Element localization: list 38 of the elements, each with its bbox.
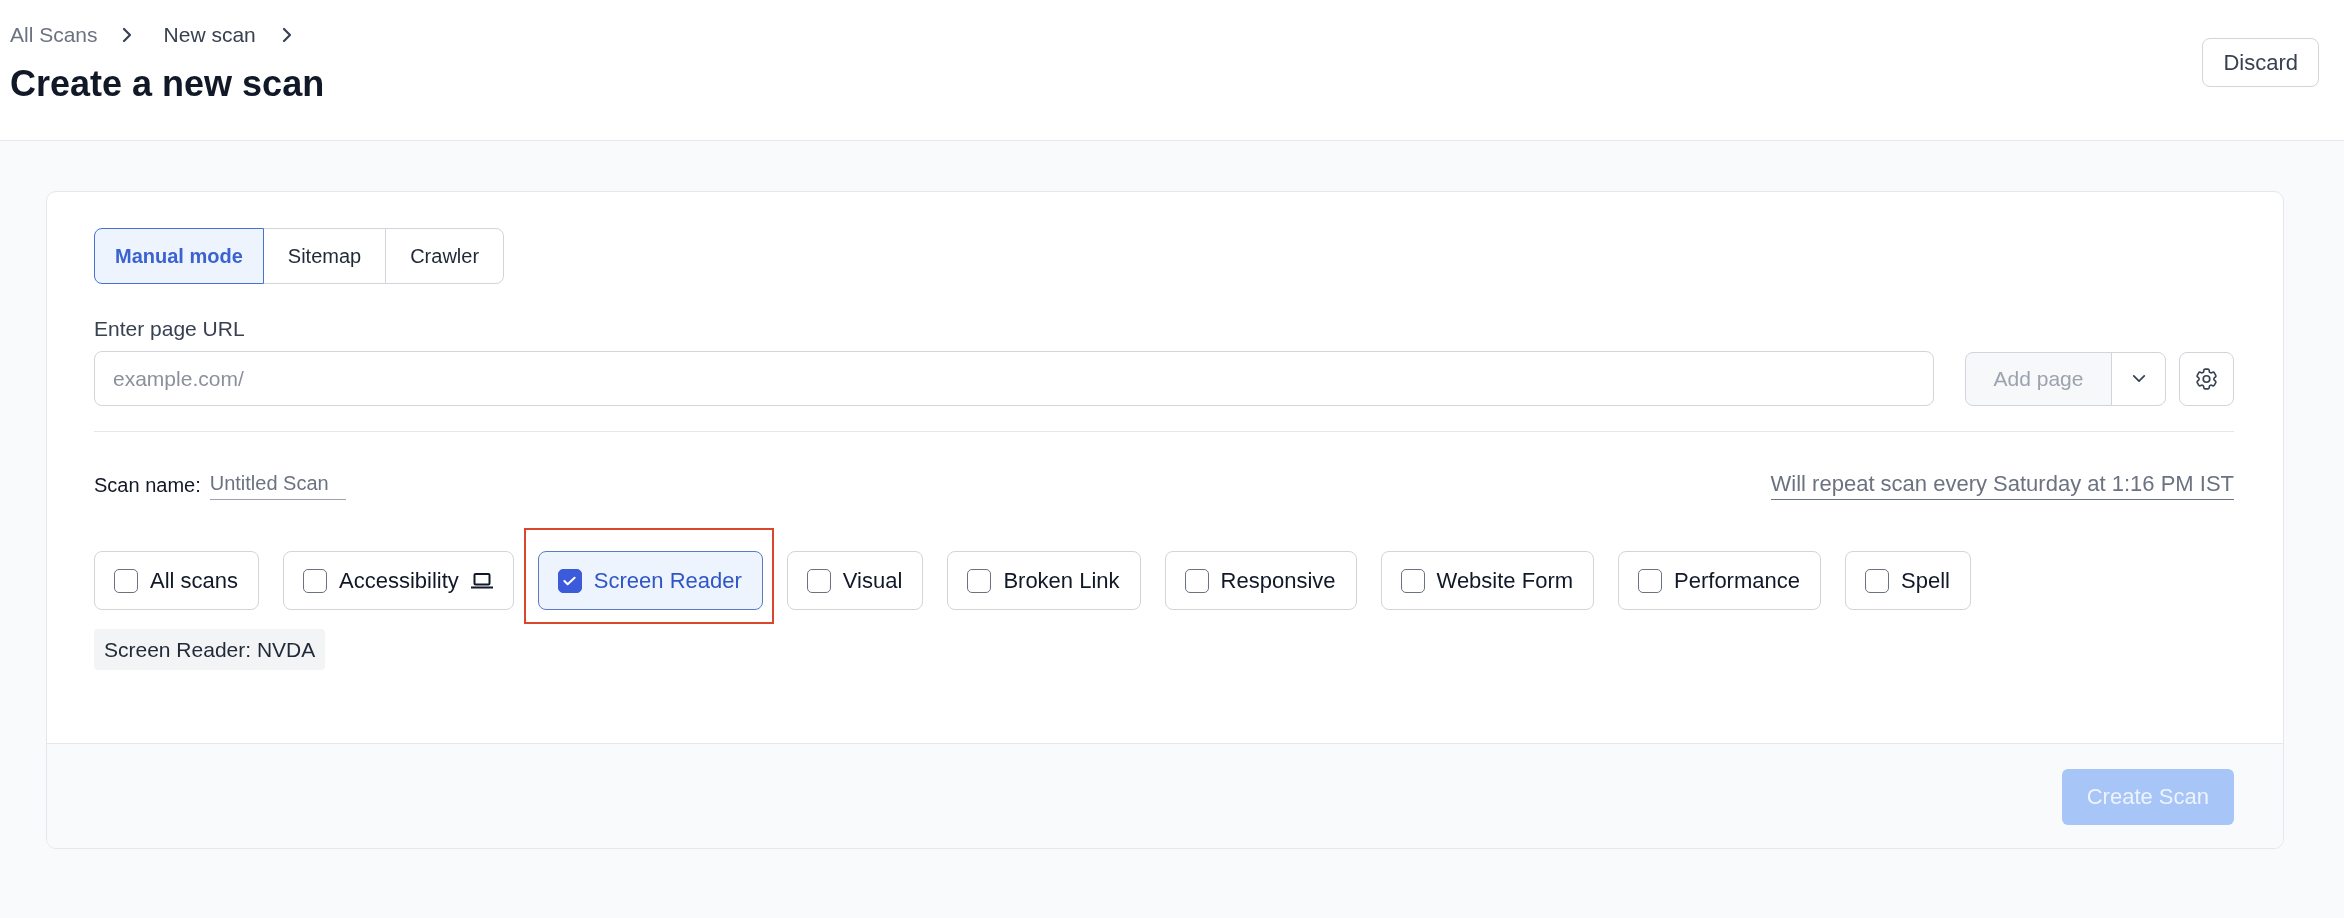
chevron-down-icon: [2131, 374, 2146, 383]
page-title: Create a new scan: [10, 62, 325, 106]
settings-icon: [2195, 367, 2218, 390]
scan-name-field[interactable]: Untitled Scan: [209, 470, 346, 500]
laptop-icon: [470, 572, 493, 589]
scan-type-option[interactable]: Accessibility: [283, 551, 514, 610]
scan-type-option[interactable]: Responsive: [1164, 551, 1357, 610]
scan-type-option[interactable]: Broken Link: [947, 551, 1141, 610]
scan-type-option[interactable]: All scans: [94, 551, 260, 610]
scan-type-option[interactable]: Performance: [1618, 551, 1821, 610]
scan-type-option[interactable]: Website Form: [1380, 551, 1595, 610]
scan-type-option[interactable]: Visual: [786, 551, 924, 610]
settings-button[interactable]: [2179, 351, 2234, 406]
schedule-link[interactable]: Will repeat scan every Saturday at 1:16 PM IST: [1770, 470, 2234, 500]
checkbox[interactable]: [806, 568, 831, 593]
checkbox[interactable]: [1638, 568, 1663, 593]
url-input-field[interactable]: example.com/: [94, 351, 1934, 406]
mode-tab[interactable]: Manual mode: [94, 228, 264, 284]
scan-type-option[interactable]: Screen Reader: [537, 551, 763, 610]
url-field-label: Enter page URL: [94, 317, 246, 341]
check-icon: [563, 575, 577, 586]
selected-option-tag: Screen Reader: NVDA: [94, 629, 326, 670]
scan-type-option[interactable]: Spell: [1845, 551, 1971, 610]
checkbox[interactable]: [114, 568, 138, 593]
checkbox[interactable]: [1184, 568, 1209, 593]
checkbox[interactable]: [967, 568, 992, 593]
checkbox[interactable]: [303, 568, 328, 593]
chevron-right-icon: [281, 27, 292, 43]
checkbox[interactable]: [1400, 568, 1425, 593]
breadcrumb-link[interactable]: All Scans: [10, 22, 98, 48]
mode-tab[interactable]: Crawler: [385, 228, 505, 284]
breadcrumb-link[interactable]: New scan: [163, 22, 256, 48]
chevron-right-icon: [121, 27, 132, 43]
checkbox[interactable]: [557, 568, 582, 593]
discard-button[interactable]: Discard: [2202, 38, 2319, 87]
scan-name-label: Scan name:: [94, 473, 201, 497]
checkbox[interactable]: [1865, 568, 1889, 593]
mode-tab[interactable]: Sitemap: [262, 228, 387, 284]
